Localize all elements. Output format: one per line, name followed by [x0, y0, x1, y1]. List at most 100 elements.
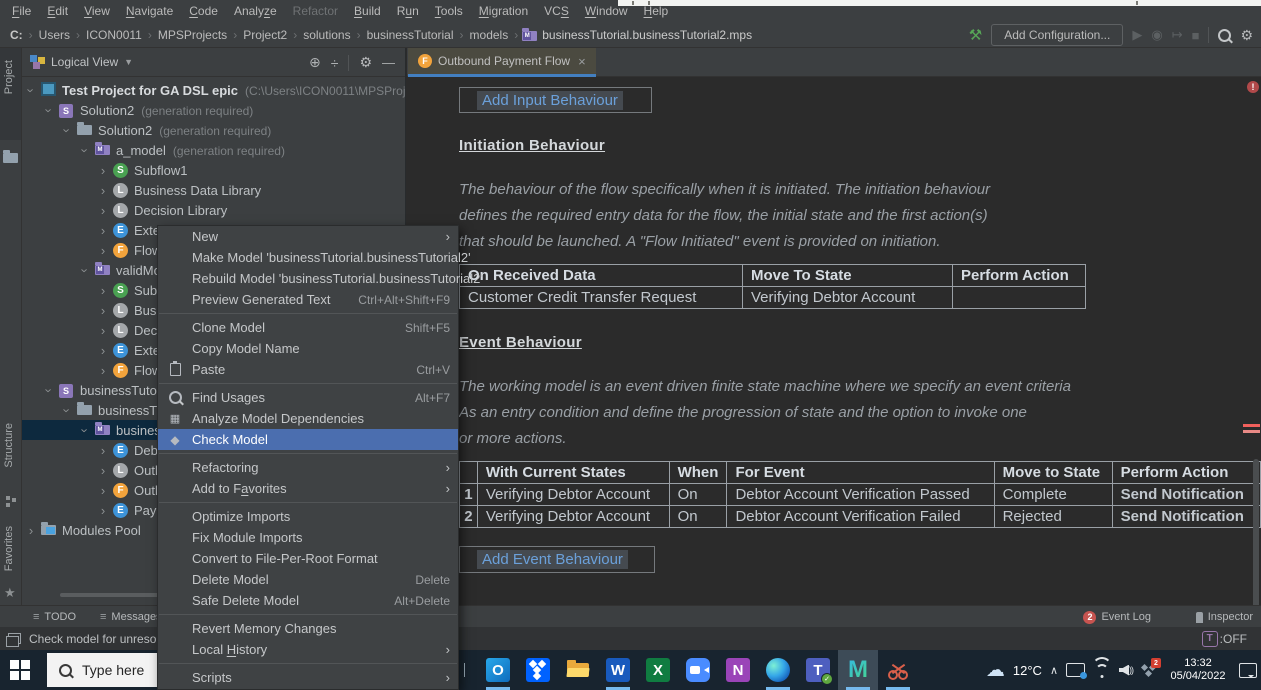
chevron-collapsed-icon[interactable]: ›: [98, 463, 108, 478]
breadcrumb-drive[interactable]: C:: [8, 28, 25, 42]
tree-row-decision-library[interactable]: ›LDecision Library: [22, 200, 406, 220]
wifi-icon[interactable]: [1093, 664, 1111, 677]
chevron-collapsed-icon[interactable]: ›: [26, 523, 36, 538]
temperature[interactable]: 12°C: [1013, 663, 1042, 678]
search-everywhere-icon[interactable]: [1218, 29, 1231, 42]
context-menu-item-optimize-imports[interactable]: Optimize Imports: [158, 506, 458, 527]
table-cell[interactable]: Customer Credit Transfer Request: [460, 287, 743, 309]
table-cell[interactable]: Debtor Account Verification Failed: [727, 506, 994, 528]
event-log-tool-button[interactable]: 2 Event Log: [1083, 606, 1151, 628]
table-cell[interactable]: Rejected: [994, 506, 1112, 528]
context-menu-item-new[interactable]: New›: [158, 226, 458, 247]
add-input-behaviour-button[interactable]: Add Input Behaviour: [459, 87, 652, 113]
cast-display-icon[interactable]: [1066, 663, 1085, 677]
tab-outbound-payment-flow[interactable]: F Outbound Payment Flow ×: [408, 48, 596, 74]
dropbox-tray-icon[interactable]: 2: [1141, 662, 1157, 678]
menubar-item-build[interactable]: Build: [346, 2, 389, 20]
menubar-item-code[interactable]: Code: [181, 2, 226, 20]
context-menu-item-check-model[interactable]: ◆Check Model: [158, 429, 458, 450]
chevron-collapsed-icon[interactable]: ›: [98, 323, 108, 338]
menubar-item-edit[interactable]: Edit: [39, 2, 76, 20]
weather-cloud-icon[interactable]: ☁: [986, 659, 1005, 682]
view-selector[interactable]: Logical View: [51, 55, 118, 69]
breadcrumb-item[interactable]: Users: [37, 28, 72, 42]
table-cell[interactable]: 2: [460, 506, 478, 528]
start-button[interactable]: [10, 660, 30, 680]
build-hammer-icon[interactable]: ⚒: [969, 26, 982, 44]
chevron-collapsed-icon[interactable]: ›: [98, 503, 108, 518]
breadcrumb-item[interactable]: models: [468, 28, 511, 42]
chevron-collapsed-icon[interactable]: ›: [98, 183, 108, 198]
breadcrumb-item[interactable]: solutions: [301, 28, 352, 42]
messages-tool-button[interactable]: ≡ Messages: [100, 606, 162, 628]
taskbar-app-word[interactable]: W: [598, 650, 638, 690]
add-event-behaviour-button[interactable]: Add Event Behaviour: [459, 546, 655, 573]
context-menu-item-convert-to-file-per-root-format[interactable]: Convert to File-Per-Root Format: [158, 548, 458, 569]
table-cell[interactable]: Complete: [994, 484, 1112, 506]
notification-center-icon[interactable]: [1239, 663, 1257, 678]
context-menu-item-revert-memory-changes[interactable]: Revert Memory Changes: [158, 618, 458, 639]
chevron-expanded-icon[interactable]: ›: [42, 105, 57, 115]
context-menu-item-clone-model[interactable]: Clone ModelShift+F5: [158, 317, 458, 338]
add-configuration-button[interactable]: Add Configuration...: [991, 24, 1123, 46]
table-cell[interactable]: Send Notification: [1112, 506, 1260, 528]
context-menu-item-safe-delete-model[interactable]: Safe Delete ModelAlt+Delete: [158, 590, 458, 611]
context-menu-item-copy-model-name[interactable]: Copy Model Name: [158, 338, 458, 359]
taskbar-app-outlook[interactable]: O: [478, 650, 518, 690]
taskbar-app-snipping[interactable]: [878, 650, 918, 690]
tree-row-solution2[interactable]: ›Solution2(generation required): [22, 120, 406, 140]
debug-icon[interactable]: ◉: [1151, 27, 1162, 43]
stripe-favorites-tab[interactable]: Favorites: [3, 526, 15, 571]
taskbar-app-mps[interactable]: M: [838, 650, 878, 690]
chevron-collapsed-icon[interactable]: ›: [98, 343, 108, 358]
stop-icon[interactable]: ■: [1192, 28, 1200, 43]
tree-row-solution2[interactable]: ›SSolution2(generation required): [22, 100, 406, 120]
breadcrumb-item[interactable]: Project2: [241, 28, 289, 42]
context-menu-item-rebuild-model-businesstutorial-businesstutorial2-[interactable]: Rebuild Model 'businessTutorial.business…: [158, 268, 458, 289]
settings-gear-icon[interactable]: ⚙: [1240, 27, 1253, 44]
panel-settings-icon[interactable]: ⚙: [359, 54, 372, 71]
chevron-collapsed-icon[interactable]: ›: [98, 443, 108, 458]
run-icon[interactable]: ▶: [1132, 27, 1142, 43]
chevron-collapsed-icon[interactable]: ›: [98, 363, 108, 378]
table-cell[interactable]: Verifying Debtor Account: [743, 287, 953, 309]
collapse-all-icon[interactable]: ÷: [331, 55, 339, 71]
taskbar-app-dropbox[interactable]: [518, 650, 558, 690]
context-menu-item-local-history[interactable]: Local History›: [158, 639, 458, 660]
chevron-collapsed-icon[interactable]: ›: [98, 243, 108, 258]
close-icon[interactable]: ×: [578, 54, 586, 69]
table-cell[interactable]: Send Notification: [1112, 484, 1260, 506]
menubar-item-migration[interactable]: Migration: [471, 2, 536, 20]
table-cell[interactable]: Verifying Debtor Account: [477, 484, 669, 506]
chevron-expanded-icon[interactable]: ›: [60, 125, 75, 135]
menubar-item-navigate[interactable]: Navigate: [118, 2, 181, 20]
tree-row-subflow1[interactable]: ›SSubflow1: [22, 160, 406, 180]
chevron-expanded-icon[interactable]: ›: [78, 425, 93, 435]
taskbar-app-onenote[interactable]: N: [718, 650, 758, 690]
table-cell[interactable]: [953, 287, 1086, 309]
menubar-item-run[interactable]: Run: [389, 2, 427, 20]
taskbar-app-edge[interactable]: [758, 650, 798, 690]
table-cell[interactable]: On: [669, 484, 727, 506]
context-menu-item-refactoring[interactable]: Refactoring›: [158, 457, 458, 478]
tree-row-business-data-library[interactable]: ›LBusiness Data Library: [22, 180, 406, 200]
chevron-collapsed-icon[interactable]: ›: [98, 203, 108, 218]
context-menu-item-add-to-favorites[interactable]: Add to Favorites›: [158, 478, 458, 499]
menubar-item-view[interactable]: View: [76, 2, 118, 20]
tree-row-test-project-for-ga-dsl-epic[interactable]: ›Test Project for GA DSL epic(C:\Users\I…: [22, 80, 406, 100]
table-cell[interactable]: Verifying Debtor Account: [477, 506, 669, 528]
context-menu-item-scripts[interactable]: Scripts›: [158, 667, 458, 688]
chevron-collapsed-icon[interactable]: ›: [98, 303, 108, 318]
run-coverage-icon[interactable]: ↦: [1172, 27, 1183, 43]
menubar-item-tools[interactable]: Tools: [427, 2, 471, 20]
tree-row-a-model[interactable]: ›Ma_model(generation required): [22, 140, 406, 160]
chevron-expanded-icon[interactable]: ›: [78, 265, 93, 275]
toolwindow-toggle-icon[interactable]: [8, 633, 21, 644]
inspector-tool-button[interactable]: Inspector: [1196, 606, 1253, 628]
table-cell[interactable]: 1: [460, 484, 478, 506]
stripe-structure-tab[interactable]: Structure: [3, 423, 15, 468]
context-menu-item-delete-model[interactable]: Delete ModelDelete: [158, 569, 458, 590]
chevron-expanded-icon[interactable]: ›: [60, 405, 75, 415]
menubar-item-vcs[interactable]: VCS: [536, 2, 577, 20]
taskbar-app-teams[interactable]: T✓: [798, 650, 838, 690]
